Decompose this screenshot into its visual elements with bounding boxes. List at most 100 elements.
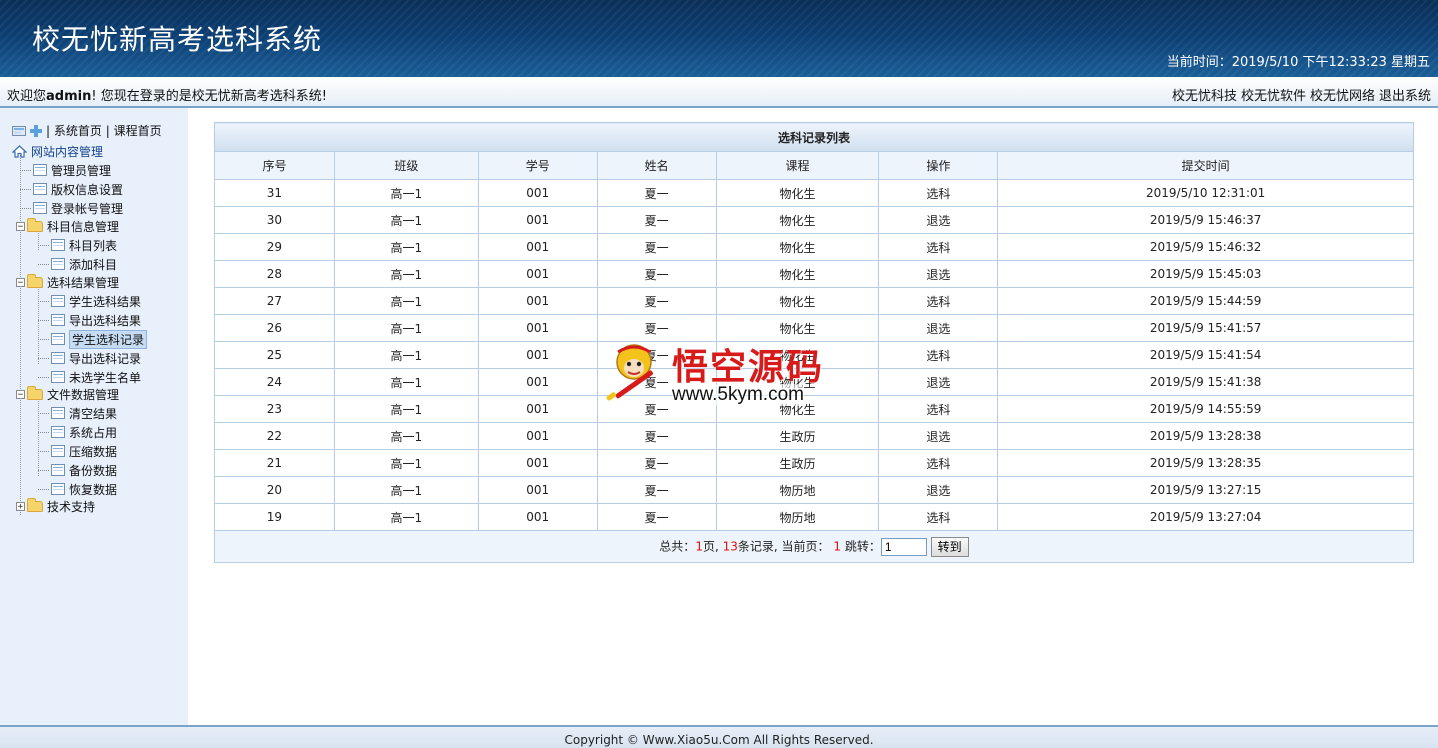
table-row: 27 高一1 001 夏一 物化生 选科 2019/5/9 15:44:59 — [214, 287, 1414, 315]
table-cell-action[interactable]: 退选 — [878, 476, 999, 504]
sidebar-folder-file-data[interactable]: − 文件数据管理 — [16, 385, 119, 403]
system-home-link[interactable]: 系统首页 — [54, 122, 102, 139]
table-cell-student-id: 001 — [477, 233, 598, 261]
sidebar-item-label: 科目信息管理 — [47, 219, 120, 234]
sidebar-item-compress-data[interactable]: 压缩数据 — [38, 442, 117, 460]
table-cell-course: 物化生 — [715, 287, 880, 315]
table-cell-course: 物化生 — [715, 260, 880, 288]
sidebar-item-label: 版权信息设置 — [51, 182, 124, 197]
app-title: 校无忧新高考选科系统 — [32, 23, 323, 56]
table-cell-class: 高一1 — [333, 287, 479, 315]
home-icon — [12, 144, 27, 158]
table-row: 30 高一1 001 夏一 物化生 退选 2019/5/9 15:46:37 — [214, 206, 1414, 234]
tree-connector — [38, 357, 49, 359]
table-cell-action[interactable]: 选科 — [878, 179, 999, 207]
collapse-icon[interactable]: − — [16, 277, 25, 287]
sidebar-item-backup-data[interactable]: 备份数据 — [38, 461, 117, 479]
table-cell-student-id: 001 — [477, 341, 598, 369]
sidebar-item-add-subject[interactable]: 添加科目 — [38, 255, 117, 273]
table-row: 19 高一1 001 夏一 物历地 选科 2019/5/9 13:27:04 — [214, 503, 1414, 531]
sidebar-item-clear-results[interactable]: 清空结果 — [38, 404, 117, 422]
sidebar-item-unselected-students[interactable]: 未选学生名单 — [38, 368, 141, 386]
table-cell-submit-time: 2019/5/9 15:46:32 — [997, 233, 1414, 261]
tree-connector — [38, 244, 49, 246]
table-cell-class: 高一1 — [333, 503, 479, 531]
table-cell-action[interactable]: 退选 — [878, 206, 999, 234]
table-row: 31 高一1 001 夏一 物化生 选科 2019/5/10 12:31:01 — [214, 179, 1414, 207]
table-cell-action[interactable]: 退选 — [878, 422, 999, 450]
table-cell-class: 高一1 — [333, 395, 479, 423]
sidebar-item-restore-data[interactable]: 恢复数据 — [38, 480, 117, 498]
tree-connector — [38, 319, 49, 321]
sidebar-item-student-records[interactable]: 学生选科记录 — [38, 329, 148, 349]
table-cell-action[interactable]: 退选 — [878, 314, 999, 342]
sidebar-item-label: 导出选科结果 — [69, 313, 142, 328]
folder-icon — [27, 273, 43, 288]
sidebar-item-export-results[interactable]: 导出选科结果 — [38, 311, 141, 329]
welcome-message: 欢迎您admin! 您现在登录的是校无忧新高考选科系统! — [7, 85, 327, 104]
collapse-icon[interactable]: − — [16, 389, 25, 399]
table-cell-index: 20 — [214, 476, 335, 504]
jump-page-input[interactable] — [880, 537, 927, 556]
page-icon — [33, 164, 47, 176]
link-xwy-tech[interactable]: 校无忧科技 — [1172, 89, 1237, 104]
table-cell-student-id: 001 — [477, 287, 598, 315]
sidebar-folder-tech-support[interactable]: + 技术支持 — [16, 497, 95, 515]
collapse-icon[interactable]: − — [16, 221, 25, 231]
link-xwy-network[interactable]: 校无忧网络 — [1310, 89, 1375, 104]
sidebar-item-student-results[interactable]: 学生选科结果 — [38, 292, 141, 310]
course-home-link[interactable]: 课程首页 — [114, 122, 162, 139]
pages-suffix: 页, — [702, 539, 719, 553]
table-cell-index: 24 — [214, 368, 335, 396]
sidebar-item-label: 系统占用 — [69, 425, 118, 440]
table-cell-action[interactable]: 选科 — [878, 503, 999, 531]
expand-icon[interactable]: + — [16, 501, 25, 511]
footer: Copyright © Www.Xiao5u.Com All Rights Re… — [0, 725, 1438, 748]
table-cell-action[interactable]: 退选 — [878, 368, 999, 396]
table-cell-submit-time: 2019/5/9 15:44:59 — [997, 287, 1414, 315]
watermark-url-text: www.5kym.com — [672, 384, 804, 406]
total-pages: 1 — [695, 539, 703, 553]
sidebar-folder-results[interactable]: − 选科结果管理 — [16, 273, 119, 291]
table-cell-submit-time: 2019/5/9 15:45:03 — [997, 260, 1414, 288]
table-cell-submit-time: 2019/5/9 14:55:59 — [997, 395, 1414, 423]
go-button[interactable]: 转到 — [930, 536, 969, 557]
table-row: 22 高一1 001 夏一 生政历 退选 2019/5/9 13:28:38 — [214, 422, 1414, 450]
table-cell-action[interactable]: 选科 — [878, 341, 999, 369]
table-cell-student-id: 001 — [477, 260, 598, 288]
sidebar-item-label: 学生选科记录 — [69, 329, 148, 349]
table-cell-action[interactable]: 选科 — [878, 233, 999, 261]
table-cell-submit-time: 2019/5/9 15:41:38 — [997, 368, 1414, 396]
total-records: 13 — [722, 539, 738, 553]
logout-link[interactable]: 退出系统 — [1379, 89, 1431, 104]
table-cell-action[interactable]: 退选 — [878, 260, 999, 288]
table-cell-course: 物历地 — [715, 503, 880, 531]
link-xwy-software[interactable]: 校无忧软件 — [1241, 89, 1306, 104]
tree-connector — [38, 376, 49, 378]
table-cell-action[interactable]: 选科 — [878, 449, 999, 477]
table-cell-action[interactable]: 选科 — [878, 287, 999, 315]
watermark-cn-text: 悟空源码 — [672, 346, 825, 388]
table-cell-class: 高一1 — [333, 449, 479, 477]
sidebar-item-copyright[interactable]: 版权信息设置 — [20, 180, 123, 198]
records-suffix: 条记录, 当前页： — [737, 539, 830, 553]
sidebar-item-admin[interactable]: 管理员管理 — [20, 161, 111, 179]
collapse-all-icon[interactable] — [12, 125, 26, 137]
table-cell-course: 物化生 — [715, 233, 880, 261]
table-cell-index: 27 — [214, 287, 335, 315]
sidebar-item-subject-list[interactable]: 科目列表 — [38, 236, 117, 254]
page-icon — [51, 426, 65, 438]
sidebar-folder-subjects[interactable]: − 科目信息管理 — [16, 217, 119, 235]
table-cell-submit-time: 2019/5/9 13:27:15 — [997, 476, 1414, 504]
sidebar-item-label: 登录帐号管理 — [51, 201, 124, 216]
sidebar-item-system-usage[interactable]: 系统占用 — [38, 423, 117, 441]
expand-all-icon[interactable] — [29, 124, 43, 137]
sidebar-item-label: 恢复数据 — [69, 482, 118, 497]
table-cell-name: 夏一 — [596, 449, 717, 477]
total-label: 总共： — [659, 539, 696, 553]
pagination-row: 总共：1页, 13条记录, 当前页： 1 跳转： 转到 — [214, 530, 1414, 563]
sidebar-item-export-records[interactable]: 导出选科记录 — [38, 349, 141, 367]
table-cell-action[interactable]: 选科 — [878, 395, 999, 423]
tree-root-site-content[interactable]: 网站内容管理 — [12, 142, 103, 160]
sidebar-item-login-accounts[interactable]: 登录帐号管理 — [20, 199, 123, 217]
